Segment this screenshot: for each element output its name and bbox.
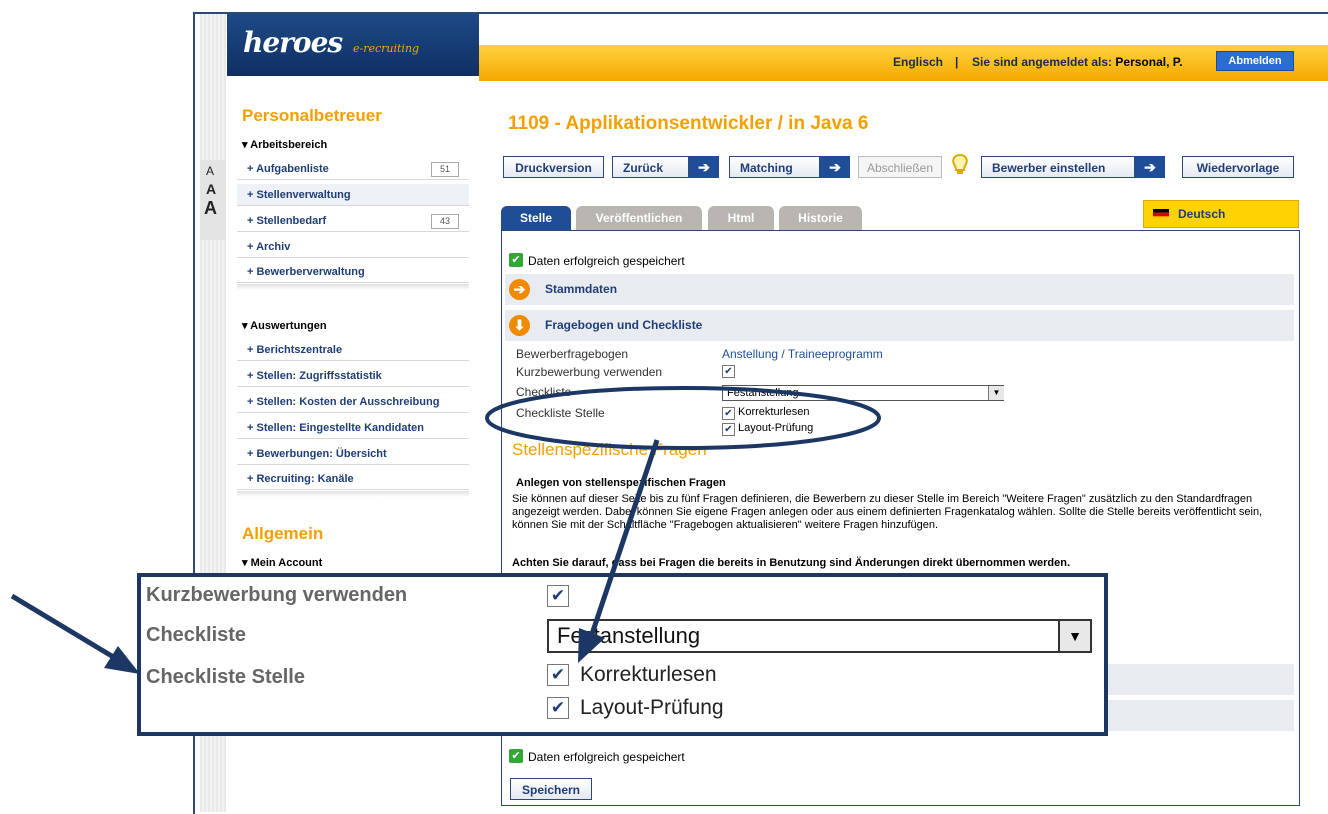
highlight-ellipse <box>485 386 881 450</box>
annotation-arrow-line <box>587 439 660 641</box>
annotation-arrow-line-left <box>10 593 127 667</box>
annotation-arrowhead <box>578 628 605 663</box>
annotation-overlay <box>10 386 881 674</box>
annotation-arrowhead-left <box>104 646 140 674</box>
